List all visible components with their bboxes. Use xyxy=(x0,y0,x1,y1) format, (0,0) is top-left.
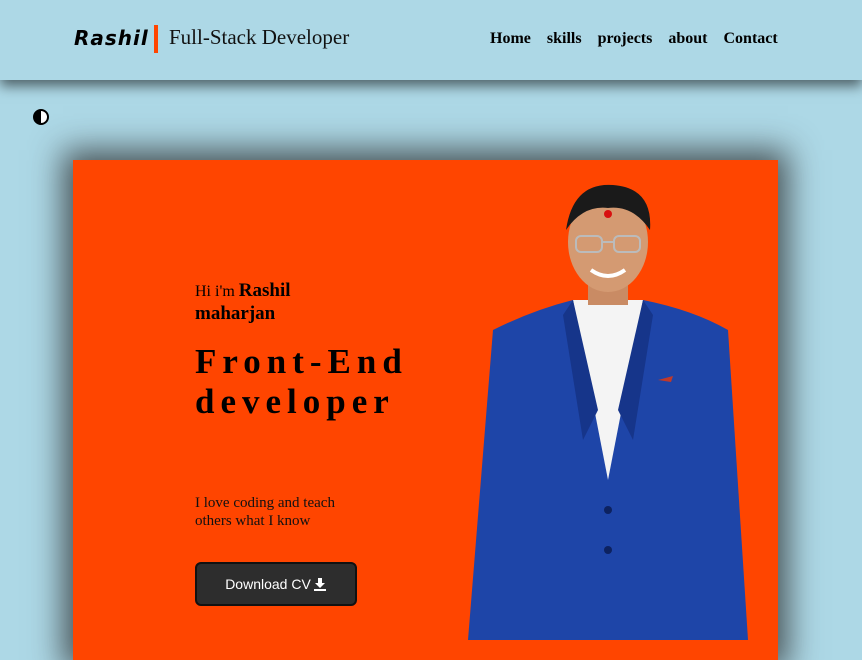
main-nav: Home skills projects about Contact xyxy=(490,30,778,48)
download-cv-button[interactable]: Download CV xyxy=(195,562,357,606)
nav-projects[interactable]: projects xyxy=(598,30,653,48)
logo[interactable]: Rashil xyxy=(74,26,149,50)
hero-bio: I love coding and teach others what I kn… xyxy=(195,495,335,529)
nav-home[interactable]: Home xyxy=(490,30,531,48)
tagline: Full-Stack Developer xyxy=(169,25,350,49)
nav-about[interactable]: about xyxy=(668,30,707,48)
contrast-icon[interactable] xyxy=(32,108,50,126)
greeting: Hi i'm Rashil maharjan xyxy=(195,280,345,326)
download-cv-label: Download CV xyxy=(225,576,311,592)
greeting-prefix: Hi i'm xyxy=(195,283,235,300)
nav-contact[interactable]: Contact xyxy=(723,30,777,48)
logo-divider xyxy=(154,25,158,53)
site-header: Rashil Full-Stack Developer Home skills … xyxy=(0,0,862,80)
hero-section: Hi i'm Rashil maharjan Front-End develop… xyxy=(73,160,778,660)
hero-role: Front-End developer xyxy=(195,342,408,421)
portrait-photo xyxy=(468,184,748,640)
nav-skills[interactable]: skills xyxy=(547,30,582,48)
download-icon xyxy=(313,578,326,591)
